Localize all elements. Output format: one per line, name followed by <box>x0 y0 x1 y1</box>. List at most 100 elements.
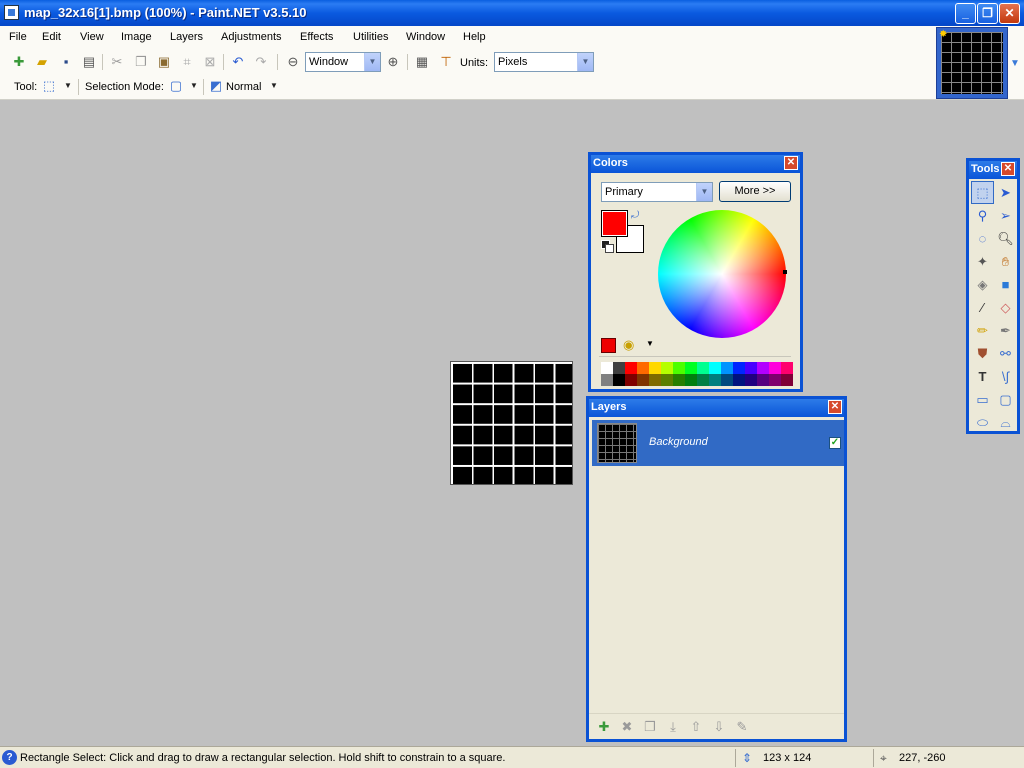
restore-button[interactable]: ❐ <box>977 3 998 24</box>
palette-swatch[interactable] <box>709 362 721 374</box>
layer-visibility-checkbox[interactable]: ✓ <box>829 437 841 449</box>
palette-menu-icon[interactable]: ◉ <box>623 337 639 353</box>
line-curve-icon[interactable]: \∫ <box>994 365 1017 388</box>
tool-dropdown-icon[interactable]: ▼ <box>64 81 72 90</box>
paintbrush-icon[interactable]: ∕ <box>971 296 994 319</box>
chevron-down-icon[interactable]: ▼ <box>577 53 593 71</box>
palette-swatch[interactable] <box>649 362 661 374</box>
color-wheel[interactable] <box>658 210 786 338</box>
palette-swatch[interactable] <box>733 362 745 374</box>
menu-edit[interactable]: Edit <box>42 31 61 43</box>
more-colors-button[interactable]: More >> <box>719 181 791 202</box>
close-icon[interactable]: ✕ <box>784 156 798 170</box>
recolor-icon[interactable]: ⚯ <box>994 342 1017 365</box>
zoom-in-icon[interactable]: ⊕ <box>384 53 402 71</box>
merge-layer-down-icon[interactable]: ⤓ <box>664 718 682 736</box>
rectangle-tool-icon[interactable]: ▭ <box>971 388 994 411</box>
close-icon[interactable]: ✕ <box>828 400 842 414</box>
ellipse-tool-icon[interactable]: ⬭ <box>971 411 994 434</box>
color-wheel-marker[interactable] <box>783 270 787 274</box>
tools-window-titlebar[interactable]: Tools ✕ <box>969 161 1017 179</box>
colors-window-titlebar[interactable]: Colors ✕ <box>591 155 800 173</box>
palette-swatch[interactable] <box>601 362 613 374</box>
close-icon[interactable]: ✕ <box>1001 162 1015 176</box>
open-file-icon[interactable]: ▰ <box>33 53 51 71</box>
rectangle-select-icon[interactable]: ⬚ <box>40 77 58 95</box>
blend-mode-value[interactable]: Normal <box>226 81 261 93</box>
palette-swatch[interactable] <box>757 374 769 386</box>
palette-swatch[interactable] <box>709 374 721 386</box>
move-selected-pixels-icon[interactable]: ➤ <box>994 181 1017 204</box>
rounded-rectangle-icon[interactable]: ▢ <box>994 388 1017 411</box>
blend-mode-icon[interactable]: ◩ <box>207 77 225 95</box>
palette-dropdown-icon[interactable]: ▼ <box>646 339 654 348</box>
layer-item[interactable]: Background ✓ <box>592 420 844 466</box>
chevron-down-icon[interactable]: ▼ <box>696 183 712 201</box>
units-select[interactable]: Pixels ▼ <box>494 52 594 72</box>
color-target-select[interactable]: Primary ▼ <box>601 182 713 202</box>
eraser-icon[interactable]: ◇ <box>994 296 1017 319</box>
image-tab-thumbnail[interactable]: ✸ <box>936 27 1008 99</box>
ellipse-select-icon[interactable]: ◌ <box>971 227 994 250</box>
palette-swatch[interactable] <box>697 362 709 374</box>
new-image-icon[interactable]: ✚ <box>10 53 28 71</box>
minimize-button[interactable]: _ <box>955 3 976 24</box>
add-layer-icon[interactable]: ✚ <box>595 718 613 736</box>
palette-swatch[interactable] <box>601 374 613 386</box>
palette-swatch[interactable] <box>781 374 793 386</box>
palette-swatch[interactable] <box>613 362 625 374</box>
menu-utilities[interactable]: Utilities <box>353 31 388 43</box>
zoom-tool-icon[interactable]: 🔍︎ <box>994 227 1017 250</box>
freeform-shape-icon[interactable]: ⌓ <box>994 411 1017 434</box>
paintnet-app-icon[interactable] <box>4 5 19 20</box>
palette-swatch[interactable] <box>745 374 757 386</box>
palette-swatch[interactable] <box>685 374 697 386</box>
palette-swatch[interactable] <box>661 362 673 374</box>
magic-wand-icon[interactable]: ✦ <box>971 250 994 273</box>
copy-icon[interactable]: ❐ <box>132 53 150 71</box>
palette-swatch[interactable] <box>637 374 649 386</box>
menu-help[interactable]: Help <box>463 31 486 43</box>
rulers-icon[interactable]: ⊤ <box>437 53 455 71</box>
crop-to-selection-icon[interactable]: ⌗ <box>178 53 196 71</box>
palette-swatch[interactable] <box>721 374 733 386</box>
canvas-image[interactable] <box>450 361 573 485</box>
palette-swatch[interactable] <box>625 374 637 386</box>
cut-icon[interactable]: ✂ <box>108 53 126 71</box>
palette-swatch[interactable] <box>685 362 697 374</box>
palette-swatch[interactable] <box>781 362 793 374</box>
primary-color-swatch[interactable] <box>601 210 628 237</box>
move-layer-up-icon[interactable]: ⇧ <box>687 718 705 736</box>
palette-swatch[interactable] <box>745 362 757 374</box>
palette-swatch[interactable] <box>661 374 673 386</box>
blend-mode-dropdown-icon[interactable]: ▼ <box>270 81 278 90</box>
menu-file[interactable]: File <box>9 31 27 43</box>
menu-image[interactable]: Image <box>121 31 152 43</box>
add-to-palette-icon[interactable] <box>601 338 616 353</box>
palette-swatch[interactable] <box>673 374 685 386</box>
rectangle-select-tool-icon[interactable]: ⬚ <box>971 181 994 204</box>
menu-effects[interactable]: Effects <box>300 31 333 43</box>
palette-swatch[interactable] <box>625 362 637 374</box>
palette-swatch[interactable] <box>721 362 733 374</box>
palette-swatch[interactable] <box>673 362 685 374</box>
paste-icon[interactable]: ▣ <box>155 53 173 71</box>
zoom-select[interactable]: Window ▼ <box>305 52 381 72</box>
zoom-out-icon[interactable]: ⊖ <box>284 53 302 71</box>
deselect-icon[interactable]: ⊠ <box>201 53 219 71</box>
layers-window-titlebar[interactable]: Layers ✕ <box>589 399 844 417</box>
layer-properties-icon[interactable]: ✎ <box>733 718 751 736</box>
palette-swatch[interactable] <box>733 374 745 386</box>
selection-mode-dropdown-icon[interactable]: ▼ <box>190 81 198 90</box>
palette-swatch[interactable] <box>769 374 781 386</box>
color-picker-icon[interactable]: ✒︎ <box>994 319 1017 342</box>
delete-layer-icon[interactable]: ✖ <box>618 718 636 736</box>
palette-swatch[interactable] <box>637 362 649 374</box>
palette-swatch[interactable] <box>757 362 769 374</box>
chevron-down-icon[interactable]: ▼ <box>364 53 380 71</box>
undo-icon[interactable]: ↶ <box>229 53 247 71</box>
move-layer-down-icon[interactable]: ⇩ <box>710 718 728 736</box>
reset-colors-icon[interactable] <box>601 240 614 253</box>
swap-colors-icon[interactable]: ⤾ <box>631 210 639 221</box>
pencil-icon[interactable]: ✏︎ <box>971 319 994 342</box>
